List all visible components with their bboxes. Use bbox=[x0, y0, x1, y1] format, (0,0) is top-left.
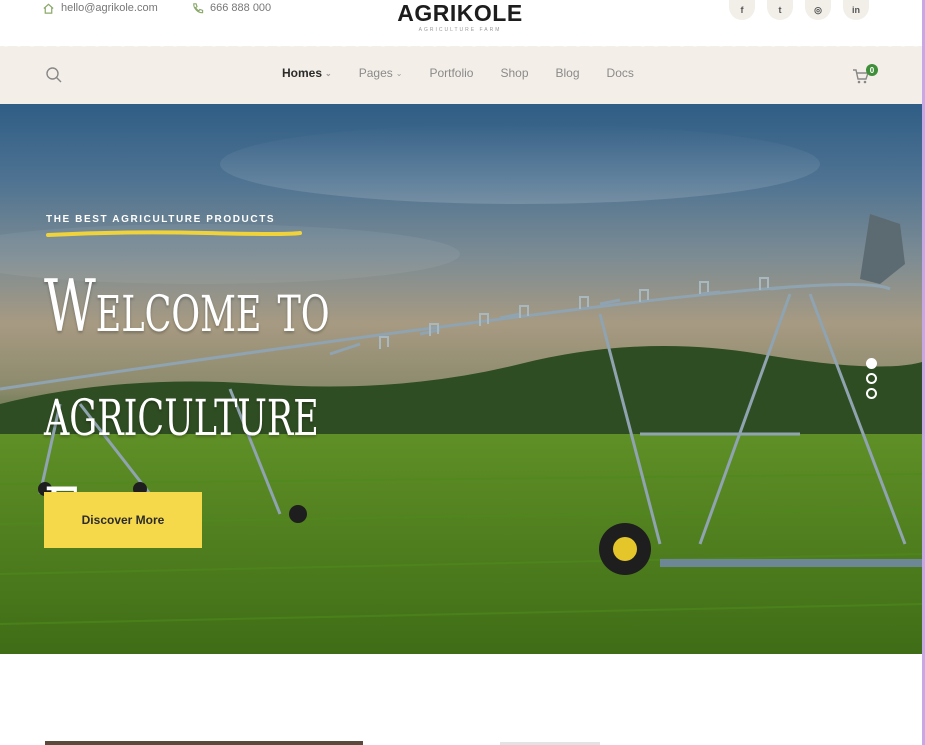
slider-dot[interactable] bbox=[866, 388, 877, 399]
contact-email[interactable]: hello@agrikole.com bbox=[42, 0, 158, 16]
slider-pagination bbox=[866, 358, 877, 403]
section-image bbox=[45, 741, 363, 745]
contact-phone[interactable]: 666 888 000 bbox=[191, 0, 271, 16]
cart-count-badge: 0 bbox=[866, 64, 878, 76]
linkedin-link[interactable]: in bbox=[843, 0, 869, 20]
nav-item-label: Blog bbox=[555, 66, 580, 80]
twitter-link[interactable]: t bbox=[767, 0, 793, 20]
brush-underline bbox=[46, 230, 302, 237]
logo-text: AGRIKOLE bbox=[397, 0, 523, 26]
hero-title-line-1: Welcome to bbox=[44, 264, 330, 348]
nav-item-pages[interactable]: Pages ⌄ bbox=[359, 66, 403, 80]
top-bar: hello@agrikole.com 666 888 000 AGRIKOLE … bbox=[0, 0, 925, 46]
nav-item-blog[interactable]: Blog bbox=[556, 66, 580, 80]
hero-subtitle: THE BEST AGRICULTURE PRODUCTS bbox=[46, 214, 276, 225]
nav-item-label: Pages bbox=[358, 66, 393, 80]
facebook-link[interactable]: f bbox=[729, 0, 755, 20]
nav-item-homes[interactable]: Homes ⌄ bbox=[282, 66, 332, 80]
main-navigation: Homes ⌄ Pages ⌄ Portfolio Shop Blog Docs bbox=[0, 42, 925, 104]
chevron-down-icon: ⌄ bbox=[325, 68, 332, 78]
nav-item-portfolio[interactable]: Portfolio bbox=[429, 66, 473, 80]
nav-item-label: Homes bbox=[282, 66, 323, 80]
email-text: hello@agrikole.com bbox=[61, 2, 158, 14]
linkedin-icon: in bbox=[852, 5, 860, 15]
facebook-icon: f bbox=[740, 5, 744, 15]
nav-item-shop[interactable]: Shop bbox=[500, 66, 528, 80]
nav-item-docs[interactable]: Docs bbox=[607, 66, 634, 80]
content-section bbox=[0, 654, 925, 745]
instagram-icon: ◎ bbox=[814, 4, 822, 15]
nav-menu: Homes ⌄ Pages ⌄ Portfolio Shop Blog Docs bbox=[282, 66, 661, 80]
site-logo[interactable]: AGRIKOLE AGRICULTURE FARM bbox=[396, 0, 524, 33]
nav-item-label: Shop bbox=[500, 66, 529, 80]
slider-dot[interactable] bbox=[866, 373, 877, 384]
search-icon[interactable] bbox=[45, 66, 63, 84]
twitter-icon: t bbox=[778, 5, 782, 15]
discover-more-button[interactable]: Discover More bbox=[44, 492, 202, 548]
logo-tagline: AGRICULTURE FARM bbox=[418, 27, 502, 33]
nav-item-label: Docs bbox=[606, 66, 634, 80]
home-icon bbox=[43, 3, 54, 14]
slider-dot[interactable] bbox=[866, 358, 877, 369]
phone-icon bbox=[193, 2, 204, 13]
instagram-link[interactable]: ◎ bbox=[805, 0, 831, 20]
phone-text: 666 888 000 bbox=[210, 2, 272, 14]
nav-item-label: Portfolio bbox=[429, 66, 474, 80]
chevron-down-icon: ⌄ bbox=[395, 68, 403, 78]
hero-slider: THE BEST AGRICULTURE PRODUCTS Welcome to… bbox=[0, 104, 922, 654]
